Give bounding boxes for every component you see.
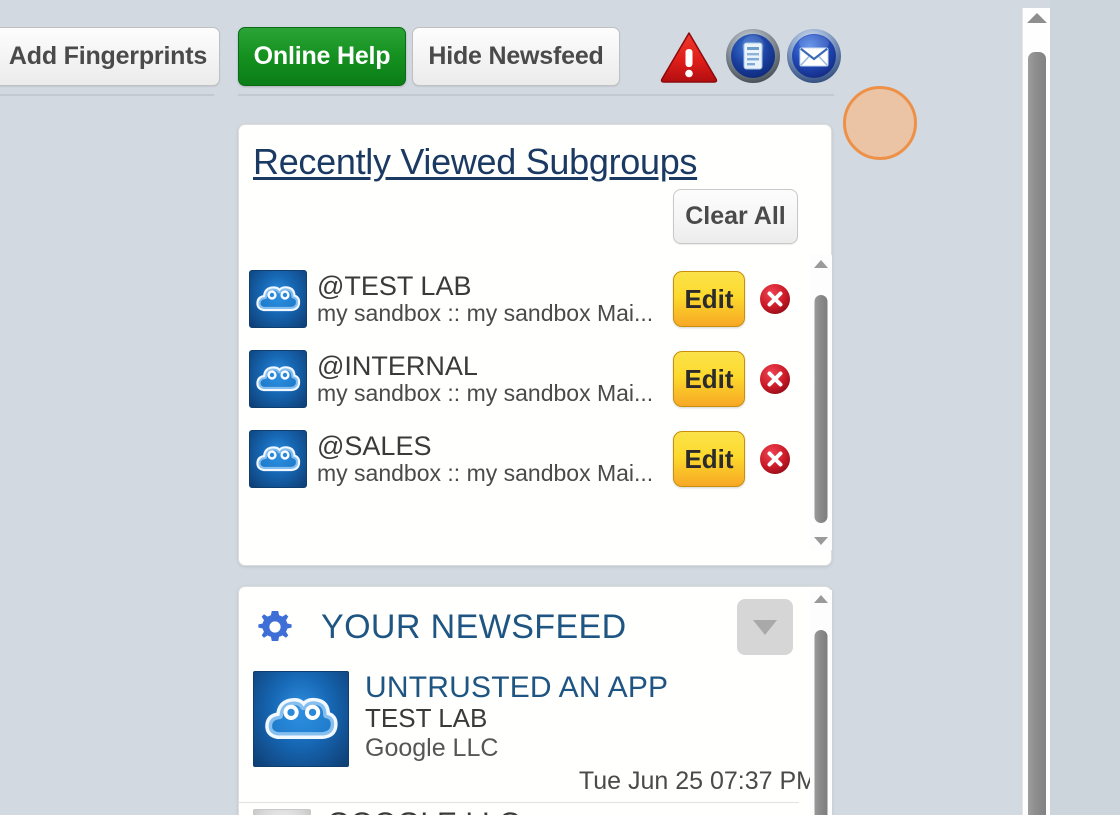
newsfeed-panel: YOUR NEWSFEED UNTRUSTED AN APP TEST LAB [238,586,832,815]
add-fingerprints-button[interactable]: Add Fingerprints [0,27,220,86]
subgroup-path: my sandbox :: my sandbox Mai... [317,461,654,486]
app-thumbnail-icon[interactable] [253,809,311,815]
delete-icon[interactable] [759,363,791,395]
warning-triangle-icon[interactable] [658,25,720,87]
cloud-group-icon[interactable] [249,270,307,328]
mail-envelope-icon[interactable] [786,28,842,84]
chevron-down-icon [753,620,777,635]
newsfeed-collapse-button[interactable] [737,599,793,655]
scrollbar-thumb[interactable] [1027,52,1046,815]
delete-icon[interactable] [759,443,791,475]
scrollbar-thumb[interactable] [814,630,828,815]
scroll-down-arrow-icon[interactable] [813,532,829,550]
scrollbar-track[interactable] [810,273,832,532]
subgroup-text: @INTERNAL my sandbox :: my sandbox Mai..… [317,352,673,406]
clear-all-button[interactable]: Clear All [673,189,798,244]
scroll-up-arrow-icon[interactable] [813,255,829,273]
scrollbar-track[interactable] [810,608,832,815]
subgroup-path: my sandbox :: my sandbox Mai... [317,381,654,406]
cloud-group-icon[interactable] [249,350,307,408]
newsfeed-item[interactable]: UNTRUSTED AN APP TEST LAB Google LLC Tue… [239,667,831,796]
page-right-gutter [1050,0,1120,815]
newsfeed-item-body: UNTRUSTED AN APP TEST LAB Google LLC Tue… [365,671,831,796]
scrollbar-track[interactable] [1023,28,1050,815]
log-document-icon[interactable] [725,28,781,84]
edit-button[interactable]: Edit [673,351,745,407]
newsfeed-header: YOUR NEWSFEED [239,587,831,667]
newsfeed-timestamp: Tue Jun 25 07:37 PM [578,767,817,796]
newsfeed-headline[interactable]: UNTRUSTED AN APP [365,671,831,704]
subgroup-text: @SALES my sandbox :: my sandbox Mai... [317,432,673,486]
toolbar-divider-left [0,94,214,96]
subgroup-row[interactable]: @SALES my sandbox :: my sandbox Mai... E… [239,419,807,499]
newsfeed-vendor: Google LLC [365,734,499,763]
newsfeed-title: YOUR NEWSFEED [321,607,627,646]
subgroup-list: @TEST LAB my sandbox :: my sandbox Mai..… [239,259,807,565]
newsfeed-item[interactable]: GOOGLE LLC [239,803,831,815]
newsfeed-headline[interactable]: GOOGLE LLC [327,809,520,815]
online-help-button[interactable]: Online Help [238,27,406,86]
app-root: Add Fingerprints Online Help Hide Newsfe… [0,0,1120,815]
cloud-group-icon[interactable] [253,671,349,767]
scroll-up-arrow-icon[interactable] [1026,8,1048,28]
scrollbar-thumb[interactable] [814,295,828,523]
subgroup-row[interactable]: @INTERNAL my sandbox :: my sandbox Mai..… [239,339,807,419]
hide-newsfeed-button[interactable]: Hide Newsfeed [412,27,620,86]
subgroup-name: @TEST LAB [317,272,472,301]
newsfeed-subject: TEST LAB [365,703,488,733]
edit-button[interactable]: Edit [673,271,745,327]
toolbar-divider-right [238,94,834,96]
newsfeed-scrollbar[interactable] [810,590,832,815]
scroll-up-arrow-icon[interactable] [813,590,829,608]
cloud-group-icon[interactable] [249,430,307,488]
delete-icon[interactable] [759,283,791,315]
recently-viewed-subgroups-title[interactable]: Recently Viewed Subgroups [253,141,697,183]
toolbar-icon-group [658,25,842,87]
recently-viewed-subgroups-panel: Recently Viewed Subgroups Clear All @TES… [238,124,832,566]
subgroup-path: my sandbox :: my sandbox Mai... [317,301,654,326]
subgroup-row[interactable]: @TEST LAB my sandbox :: my sandbox Mai..… [239,259,807,339]
edit-button[interactable]: Edit [673,431,745,487]
click-highlight-circle [843,86,917,160]
gear-icon[interactable] [255,607,295,647]
toolbar: Add Fingerprints Online Help Hide Newsfe… [0,0,1012,97]
page-scrollbar[interactable] [1022,8,1050,815]
subgroup-text: @TEST LAB my sandbox :: my sandbox Mai..… [317,272,673,326]
subgroup-name: @SALES [317,432,432,461]
subgroups-scrollbar[interactable] [810,255,832,550]
subgroup-name: @INTERNAL [317,352,478,381]
